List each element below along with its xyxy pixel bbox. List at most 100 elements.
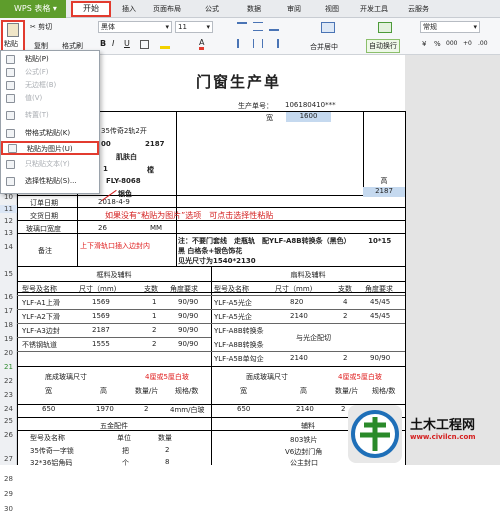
grid-line [17,337,211,338]
bottom-glass-red: 4厘或5厘白玻 [145,373,189,381]
align-middle-icon[interactable] [253,22,263,31]
remarks-label: 备注 [38,247,52,255]
table-cell: 45/45 [370,312,391,320]
increase-decimal-button[interactable]: +0 [463,40,472,47]
menu-item-transpose[interactable]: 转置(T) [1,109,99,122]
tab-insert[interactable]: 插入 [122,4,136,14]
scissors-icon: ✂ [30,23,36,31]
merge-center-button[interactable]: 合并居中 [310,42,338,52]
table-header: 尺寸（mm) [79,285,117,293]
site-logo [346,403,404,465]
tab-view[interactable]: 视图 [325,4,339,14]
row-number: 28 [4,475,13,483]
percent-button[interactable]: % [434,40,441,48]
wrap-text-button[interactable]: 自动换行 [366,39,400,53]
cut-button[interactable]: ✂ 剪切 [30,22,52,32]
bold-button[interactable]: B [100,39,106,48]
font-size-select[interactable]: 11 ▾ [175,21,213,33]
table-cell: 90/90 [178,298,199,306]
currency-button[interactable]: ¥ [422,40,426,48]
tab-formulas[interactable]: 公式 [205,4,219,14]
table-cell: 45/45 [370,298,391,306]
glass-unit: MM [150,224,163,232]
table-header: 高 [300,387,307,395]
align-top-icon[interactable] [237,22,247,31]
grid-line [17,366,405,367]
menu-item-paste[interactable]: 粘贴(P) [1,53,99,66]
thousands-button[interactable]: 000 [446,40,457,47]
table-header: 支数 [338,285,352,293]
table-cell: 650 [42,405,56,413]
grid-line [17,233,405,234]
underline-button[interactable]: U [124,39,130,48]
app-menu-button[interactable]: WPS 表格 ▾ [0,0,66,18]
menu-item-no-border[interactable]: 无边框(B) [1,79,99,92]
row-number: 21 [4,363,13,371]
align-center-icon[interactable] [253,39,263,48]
align-bottom-icon[interactable] [269,22,279,31]
table-cell: 90/90 [178,340,199,348]
row-number: 16 [4,293,13,301]
tab-cloud[interactable]: 云服务 [408,4,429,14]
menu-item-formula[interactable]: 公式(F) [1,66,99,79]
grid-line [17,281,405,282]
outside-print-area [405,55,500,465]
production-no-label: 生产单号： [238,102,273,110]
menu-item-paste-as-picture[interactable]: 粘贴为图片(U) [1,141,99,155]
menu-item-values[interactable]: 值(V) [1,92,99,105]
table-cell: YLF-A3边封 [22,327,60,335]
table-cell: YLF-A8B转换条 [214,341,264,349]
formula-icon [6,68,15,77]
table-cell: 公主封口 [290,459,318,467]
menu-item-text-only[interactable]: 只粘贴文本(Y) [1,158,99,171]
row-number: 24 [4,405,13,413]
tab-developer[interactable]: 开发工具 [360,4,388,14]
tab-data[interactable]: 数据 [247,4,261,14]
text-icon [6,160,15,169]
menu-item-paste-with-format[interactable]: 带格式粘贴(K) [1,127,99,140]
table-cell: 1569 [92,298,110,306]
paste-button[interactable]: 粘贴 [1,20,25,52]
table-cell: 32*36铝角码 [30,459,73,467]
table-cell: 个 [122,459,129,467]
table-cell: YLF-A2下滑 [22,313,60,321]
decrease-decimal-button[interactable]: .00 [478,40,488,47]
fill-color-icon[interactable] [160,40,170,49]
picture-icon [8,144,17,153]
values-icon [6,94,15,103]
font-color-button[interactable]: A [199,38,205,50]
table-cell: 不锈钢轨道 [22,341,57,349]
italic-button[interactable]: I [112,39,114,48]
table-header: 型号及名称 [22,285,57,293]
tab-review[interactable]: 审阅 [287,4,301,14]
table-cell: 90/90 [178,326,199,334]
chevron-down-icon: ▾ [206,23,210,31]
table-header: 角度要求 [170,285,198,293]
logo-icon [348,405,402,463]
table-cell: 2140 [296,405,314,413]
site-url: www.civilcn.com [410,433,476,441]
tab-home[interactable]: 开始 [71,1,111,17]
paste-icon [6,55,15,64]
row-number: 10 [4,193,13,201]
remarks-note: 注：不要门套线 走瓶轨 配YLF-A8B转换条（黑色） 10*15黑 白格条+银… [178,237,392,255]
grid-line [176,111,177,266]
tab-page-layout[interactable]: 页面布局 [153,4,181,14]
row-number: 19 [4,335,13,343]
table-header: 数量/片 [335,387,359,395]
width-value: 1600 [286,112,331,122]
grid-line [17,295,405,296]
menu-item-paste-special[interactable]: 选择性粘贴(S)... [1,175,99,188]
table-cell: 2140 [290,312,308,320]
clipboard-icon [7,23,19,37]
number-format-select[interactable]: 常规 ▾ [420,21,480,33]
borders-icon[interactable] [140,40,149,49]
row-number: 15 [4,270,13,278]
grid-line [17,351,405,352]
align-right-icon[interactable] [269,39,279,48]
font-name-select[interactable]: 黑体 ▾ [98,21,172,33]
remarks-note-2: 见光尺寸为1540*2130 [178,257,256,265]
align-left-icon[interactable] [237,39,247,48]
table-cell: 2 [343,354,348,362]
table-cell: 2 [152,326,157,334]
